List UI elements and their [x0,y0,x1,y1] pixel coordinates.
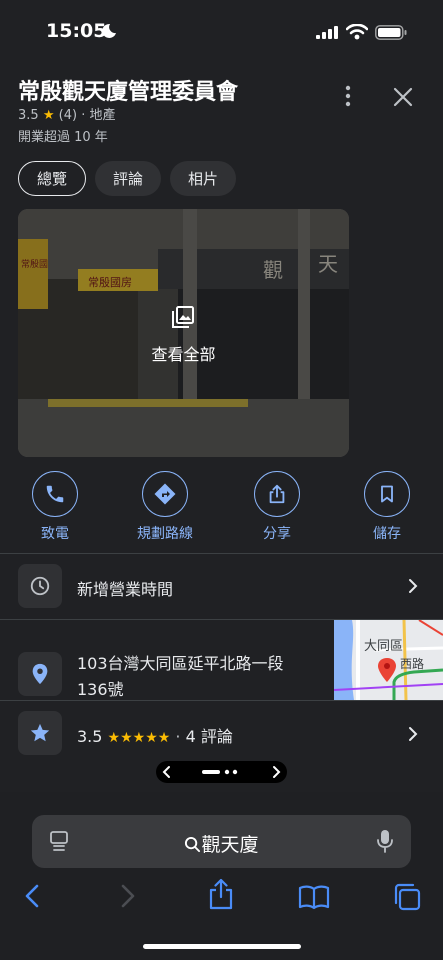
bookmark-icon [381,485,393,503]
star-icon [30,723,50,742]
tab-overview[interactable]: 總覽 [18,161,87,196]
status-time: 15:05 [46,20,107,42]
address-line-2: 136號 [77,680,124,699]
photo-gallery[interactable]: 常殷國 常殷國房 觀 天 查看全部 [18,209,349,457]
page-dot [224,769,230,775]
clock-icon [30,576,50,596]
reviews-count: 4 評論 [185,727,233,746]
battery-icon [375,25,407,40]
home-indicator [143,944,301,949]
tab-reviews[interactable]: 評論 [95,161,162,196]
chevron-right-icon [409,727,418,741]
chevron-right-icon[interactable] [273,766,281,778]
category-label: 地產 [89,108,116,123]
map-thumbnail[interactable]: 大同區 西路 [334,620,443,700]
divider [0,553,443,554]
tab-bar: 總覽 評論 相片 [18,161,237,196]
page-indicator[interactable] [156,761,287,783]
rating-star-icon: ★ [42,108,55,123]
tabs-icon[interactable] [392,882,422,912]
share-label: 分享 [263,526,291,542]
map-preview: 大同區 西路 [334,620,443,700]
directions-label: 規劃路線 [137,526,193,542]
directions-button[interactable]: 規劃路線 [125,471,205,543]
chevron-right-icon [409,579,418,593]
signal-icon [316,26,338,39]
microphone-icon[interactable] [377,829,393,853]
moon-icon [102,23,116,38]
browser-toolbar: 觀天廈 [0,792,443,960]
action-bar: 致電 規劃路線 分享 儲存 [0,471,443,547]
photo-gallery-icon [172,306,194,328]
reviews-rating: 3.5 [77,727,103,746]
location-pin-icon [32,663,48,685]
page-dot-active [202,770,220,774]
save-label: 儲存 [373,526,401,542]
map-district-label: 大同區 [364,639,403,654]
directions-icon [154,483,176,505]
page-dot [232,769,238,775]
share-button[interactable]: 分享 [237,471,317,543]
bookmarks-icon[interactable] [298,884,330,910]
share-icon [269,484,285,504]
view-all-photos[interactable]: 查看全部 [18,341,349,365]
call-button[interactable]: 致電 [15,471,95,543]
more-options-icon[interactable] [336,84,360,108]
reviews-stars: ★★★★★ [107,730,171,746]
divider [0,700,443,701]
phone-icon [46,485,64,503]
map-road-label: 西路 [400,656,424,671]
share-icon[interactable] [207,878,235,910]
call-label: 致電 [41,526,69,542]
rating-summary: 3.5 ★ (4) · 地產 [18,104,115,123]
chevron-left-icon[interactable] [162,766,170,778]
back-icon[interactable] [22,883,42,909]
wifi-icon [346,24,368,40]
address-line-1: 103台灣大同區延平北路一段 [77,654,284,673]
place-title: 常殷觀天廈管理委員會 [18,80,239,105]
review-count: (4) [58,108,78,123]
open-duration: 開業超過 10 年 [18,130,108,145]
address-bar[interactable]: 觀天廈 [32,815,411,868]
add-hours-label: 新增營業時間 [77,580,174,599]
forward-icon[interactable] [118,883,138,909]
address-bar-text: 觀天廈 [201,834,259,856]
rating-value: 3.5 [18,108,39,123]
tab-photos[interactable]: 相片 [170,161,237,196]
search-icon [185,836,201,853]
close-icon[interactable] [390,84,416,110]
status-bar: 15:05 [0,0,443,66]
save-button[interactable]: 儲存 [347,471,427,543]
separator-dot: · [175,727,181,746]
